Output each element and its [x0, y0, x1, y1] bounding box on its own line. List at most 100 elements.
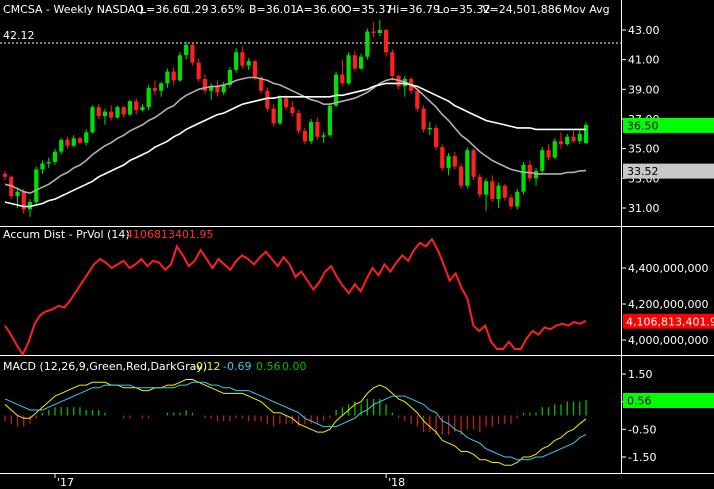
candle-up: [358, 56, 364, 69]
macd-tick-label: 1.50: [628, 368, 653, 381]
candle-down: [546, 150, 551, 158]
price-tick-label: 43.00: [628, 24, 660, 37]
candle-down: [433, 127, 439, 148]
candle-down: [340, 74, 345, 84]
price-tick-label: 41.00: [628, 54, 660, 67]
candle-up: [52, 151, 58, 163]
price-tick-label: 39.00: [628, 83, 660, 96]
price-tick-label: 31.00: [628, 202, 660, 215]
header-pct: 3.65%: [210, 3, 245, 16]
candle-up: [334, 74, 339, 106]
header-study: Mov Avg: [563, 3, 610, 16]
candle-down: [290, 107, 295, 114]
candle-up: [565, 136, 570, 145]
candle-up: [446, 156, 451, 168]
candle-down: [571, 136, 576, 142]
candle-up: [146, 87, 151, 108]
candle-down: [152, 87, 158, 91]
candle-down: [215, 86, 220, 93]
accum-tick-label: 4,000,000,000: [628, 334, 708, 347]
accum-title: Accum Dist - PrVol (14): [3, 228, 130, 241]
candle-up: [540, 150, 545, 171]
accum-last-badge-label: 4,106,813,401.95: [626, 315, 714, 328]
macd-readout-histogram: 0.56: [256, 360, 281, 373]
candle-down: [121, 107, 126, 115]
candle-up: [177, 55, 183, 81]
candle-up: [34, 169, 39, 203]
candle-up: [127, 101, 133, 115]
candle-up: [552, 141, 557, 158]
header-bid: B=36.01: [249, 3, 297, 16]
candle-down: [471, 150, 476, 177]
candle-up: [465, 150, 470, 186]
candle-down: [440, 147, 445, 168]
candle-down: [265, 90, 270, 109]
candle-down: [352, 55, 357, 69]
candle-up: [184, 44, 189, 56]
candle-up: [84, 132, 89, 143]
candle-up: [427, 127, 432, 130]
macd-tick-label: -1.50: [628, 451, 656, 464]
accum-axis-ticks: 4,400,000,000 4,200,000,000 4,000,000,000: [621, 262, 708, 347]
candle-up: [496, 185, 501, 200]
candle-down: [558, 141, 564, 145]
candle-up: [15, 191, 20, 197]
candle-down: [271, 108, 276, 124]
candle-down: [196, 62, 201, 79]
last-price-badge-label: 36.50: [627, 119, 659, 132]
candle-up: [115, 107, 120, 118]
macd-title: MACD (12,26,9,Green,Red,DarkGray): [3, 360, 207, 373]
header-high: Hi=36.79: [388, 3, 440, 16]
header-change: 1.29: [184, 3, 209, 16]
candle-down: [284, 98, 289, 108]
moving-average-badge-label: 33.52: [627, 165, 659, 178]
candle-up: [277, 98, 282, 124]
candle-up: [483, 181, 489, 195]
candle-down: [508, 197, 514, 207]
price-tick-label: 35.00: [628, 143, 660, 156]
candle-up: [521, 164, 526, 192]
candle-up: [246, 61, 251, 66]
candle-up: [90, 107, 95, 133]
candle-up: [71, 138, 76, 146]
candle-down: [65, 139, 70, 146]
candle-down: [171, 71, 176, 81]
candle-down: [371, 31, 376, 33]
candle-down: [190, 44, 195, 63]
chart-background: [0, 0, 714, 489]
candle-up: [321, 135, 326, 137]
candle-down: [421, 108, 426, 130]
candle-up: [309, 121, 314, 142]
candle-up: [102, 111, 108, 117]
header-volume: V=24,501,886: [482, 3, 562, 16]
header-ask: A=36.60: [296, 3, 344, 16]
candle-down: [315, 121, 320, 137]
accum-value-readout: 4106813401.95: [126, 228, 213, 241]
candle-down: [502, 185, 507, 198]
candle-down: [302, 130, 307, 142]
candle-up: [365, 31, 370, 57]
candle-up: [165, 71, 170, 84]
candle-down: [452, 156, 457, 167]
header-last: L=36.60: [140, 3, 187, 16]
candle-down: [109, 111, 114, 118]
macd-readout-zero: 0.00: [282, 360, 307, 373]
candle-up: [59, 139, 64, 152]
candle-up: [583, 124, 589, 144]
candle-down: [383, 30, 389, 53]
macd-tick-label: -0.50: [628, 423, 656, 436]
candle-up: [234, 52, 239, 71]
time-tick-label: '17: [57, 476, 74, 489]
candle-up: [159, 83, 164, 91]
stock-chart[interactable]: CMCSA - Weekly NASDAQ L=36.60 1.29 3.65%…: [0, 0, 714, 489]
candle-down: [77, 138, 83, 143]
candle-up: [140, 107, 145, 111]
accum-tick-label: 4,400,000,000: [628, 262, 708, 275]
reference-line-label: 42.12: [3, 29, 35, 42]
candle-up: [377, 30, 382, 33]
candle-up: [515, 191, 520, 207]
candle-up: [346, 55, 351, 84]
candle-down: [252, 61, 257, 78]
accum-tick-label: 4,200,000,000: [628, 298, 708, 311]
macd-readout-signal: -0.69: [223, 360, 251, 373]
